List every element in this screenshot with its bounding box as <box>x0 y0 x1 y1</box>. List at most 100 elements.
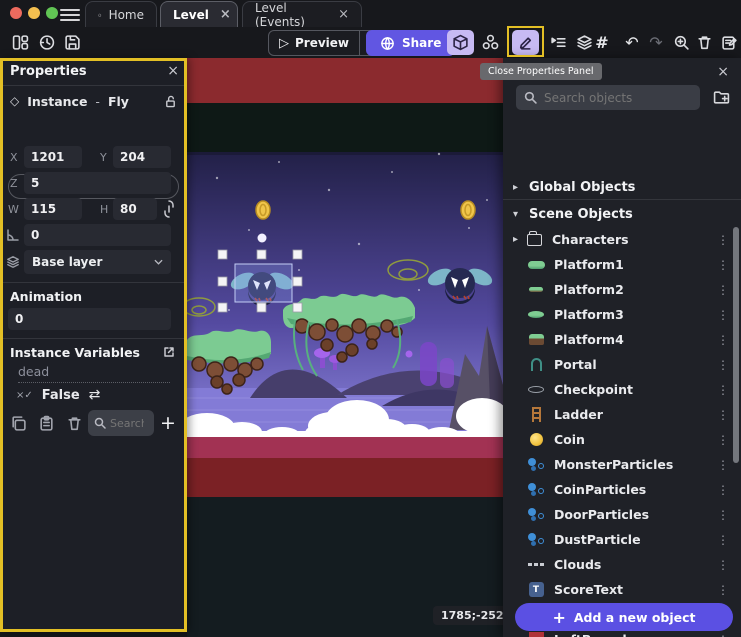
object-row[interactable]: Ladder ⋮ <box>503 402 733 427</box>
object-row[interactable]: Platform3 ⋮ <box>503 302 733 327</box>
window-minimize-button[interactable] <box>28 7 40 19</box>
item-menu-icon[interactable]: ⋮ <box>713 258 733 272</box>
close-objects-icon[interactable]: × <box>717 64 729 80</box>
selection-rectangle[interactable] <box>235 264 292 302</box>
particles-thumbnail <box>528 458 544 472</box>
undo-icon[interactable]: ↶ <box>620 30 644 55</box>
item-menu-icon[interactable]: ⋮ <box>713 533 733 547</box>
object-row[interactable]: T ScoreText ⋮ <box>503 577 733 602</box>
item-menu-icon[interactable]: ⋮ <box>713 633 733 637</box>
play-icon: ▷ <box>279 36 289 51</box>
3d-view-icon[interactable] <box>447 30 474 55</box>
edit-properties-icon[interactable] <box>512 30 539 55</box>
particles-thumbnail <box>528 483 544 497</box>
y-input[interactable] <box>113 146 171 168</box>
add-variable-icon[interactable]: + <box>160 412 176 434</box>
instance-variables-title: Instance Variables <box>10 345 140 360</box>
unlock-icon[interactable] <box>164 95 177 108</box>
window-zoom-button[interactable] <box>46 7 58 19</box>
objects-scrollbar[interactable] <box>733 227 739 463</box>
item-menu-icon[interactable]: ⋮ <box>713 233 733 247</box>
item-menu-icon[interactable]: ⋮ <box>713 308 733 322</box>
tab-level-events[interactable]: Level (Events) × <box>242 1 362 27</box>
item-menu-icon[interactable]: ⋮ <box>713 508 733 522</box>
w-input[interactable] <box>24 198 82 220</box>
object-row[interactable]: Platform1 ⋮ <box>503 252 733 277</box>
instances-list-icon[interactable] <box>545 30 571 55</box>
item-menu-icon[interactable]: ⋮ <box>713 408 733 422</box>
item-menu-icon[interactable]: ⋮ <box>713 433 733 447</box>
item-menu-icon[interactable]: ⋮ <box>713 458 733 472</box>
share-button[interactable]: Share <box>366 30 455 56</box>
object-row[interactable]: Clouds ⋮ <box>503 552 733 577</box>
item-menu-icon[interactable]: ⋮ <box>713 383 733 397</box>
layer-select[interactable]: Base layer <box>24 250 171 274</box>
item-menu-icon[interactable]: ⋮ <box>713 483 733 497</box>
particles-thumbnail <box>528 508 544 522</box>
object-row-characters[interactable]: ▸ Characters ⋮ <box>503 227 733 252</box>
object-row[interactable]: CoinParticles ⋮ <box>503 477 733 502</box>
angle-icon <box>6 228 20 242</box>
aspect-lock-icon[interactable] <box>163 200 175 218</box>
trash-icon[interactable] <box>66 415 83 432</box>
add-object-button[interactable]: + Add a new object <box>515 603 733 631</box>
tab-level[interactable]: Level × <box>160 1 238 27</box>
z-label: Z <box>10 177 18 190</box>
add-folder-icon[interactable] <box>713 89 730 106</box>
object-row[interactable]: Checkpoint ⋮ <box>503 377 733 402</box>
object-row[interactable]: Platform4 ⋮ <box>503 327 733 352</box>
redo-icon[interactable]: ↷ <box>644 30 668 55</box>
object-row[interactable]: DustParticle ⋮ <box>503 527 733 552</box>
animation-input[interactable] <box>8 308 171 330</box>
grid-icon[interactable]: # <box>590 30 614 55</box>
scene-objects-group[interactable]: ▾ Scene Objects <box>503 202 741 226</box>
share-label: Share <box>402 36 441 50</box>
object-row[interactable]: Coin ⋮ <box>503 427 733 452</box>
window-close-button[interactable] <box>10 7 22 19</box>
object-row[interactable]: Portal ⋮ <box>503 352 733 377</box>
toggle-value-icon[interactable]: ⇄ <box>89 387 101 403</box>
objects-search[interactable] <box>516 85 700 110</box>
angle-input[interactable] <box>24 224 171 246</box>
object-row[interactable]: DoorParticles ⋮ <box>503 502 733 527</box>
history-icon[interactable] <box>34 30 58 55</box>
boolean-type-icon: ×✓ <box>16 390 33 401</box>
panels-layout-icon[interactable] <box>8 30 32 55</box>
scene-notes-icon[interactable] <box>716 30 741 55</box>
close-properties-icon[interactable]: × <box>167 63 179 79</box>
coin-instance[interactable] <box>256 201 270 219</box>
variable-name[interactable]: dead <box>18 364 170 383</box>
chevron-right-icon[interactable]: ▸ <box>513 234 523 245</box>
item-menu-icon[interactable]: ⋮ <box>713 358 733 372</box>
properties-panel: Properties × ◇ Instance - Fly Edit objec… <box>0 58 187 632</box>
tab-close-icon[interactable]: × <box>220 7 231 22</box>
app-window: Home Level × Level (Events) × ▷ Preview <box>0 0 741 637</box>
tab-home[interactable]: Home <box>85 1 157 27</box>
save-icon[interactable] <box>60 30 84 55</box>
object-row[interactable]: MonsterParticles ⋮ <box>503 452 733 477</box>
open-variables-icon[interactable] <box>163 346 175 358</box>
chevron-right-icon[interactable]: ▸ <box>513 182 523 193</box>
tab-close-icon[interactable]: × <box>338 7 349 22</box>
object-row[interactable]: Platform2 ⋮ <box>503 277 733 302</box>
global-objects-group[interactable]: ▸ Global Objects <box>503 175 741 199</box>
main-menu-icon[interactable] <box>60 6 80 21</box>
preview-label: Preview <box>295 36 349 50</box>
paste-icon[interactable] <box>38 415 55 432</box>
coin-instance[interactable] <box>461 201 475 219</box>
z-input[interactable] <box>24 172 171 194</box>
variables-search[interactable] <box>88 410 154 436</box>
x-input[interactable] <box>24 146 82 168</box>
item-menu-icon[interactable]: ⋮ <box>713 583 733 597</box>
copy-icon[interactable] <box>10 415 27 432</box>
item-menu-icon[interactable]: ⋮ <box>713 558 733 572</box>
item-menu-icon[interactable]: ⋮ <box>713 283 733 297</box>
object-groups-icon[interactable] <box>477 30 503 55</box>
variable-value-row[interactable]: ×✓ False ⇄ <box>0 384 187 406</box>
variables-search-input[interactable] <box>110 417 144 430</box>
chevron-down-icon[interactable]: ▾ <box>513 209 523 220</box>
delete-icon[interactable] <box>691 30 717 55</box>
objects-search-input[interactable] <box>544 91 694 105</box>
item-menu-icon[interactable]: ⋮ <box>713 333 733 347</box>
h-input[interactable] <box>113 198 157 220</box>
